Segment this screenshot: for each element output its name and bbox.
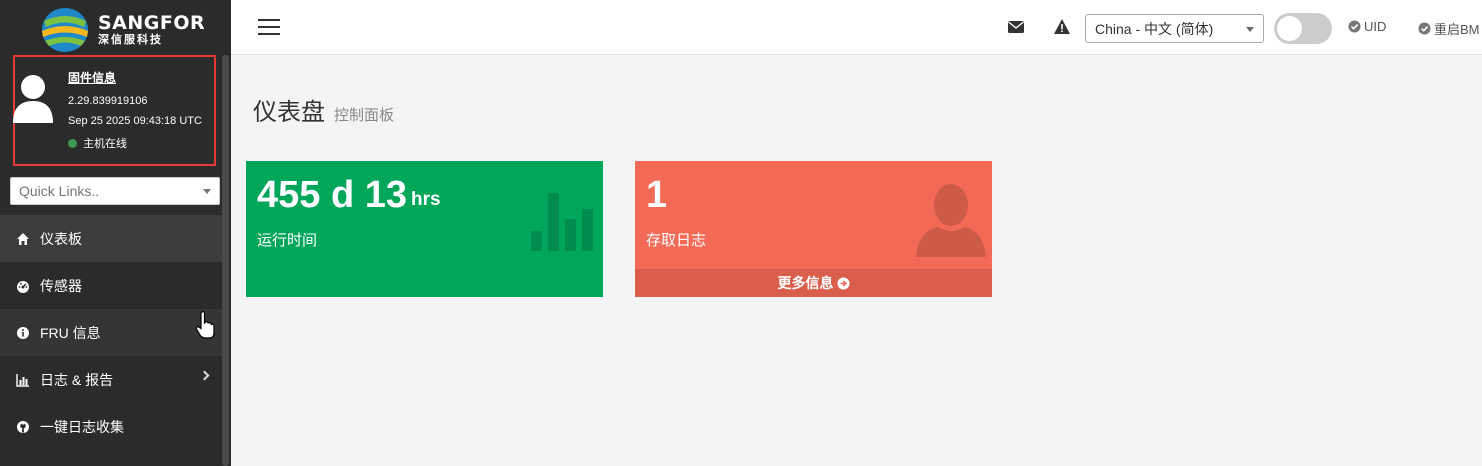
access-log-value: 1 bbox=[646, 174, 668, 216]
sidebar-item-fru[interactable]: FRU 信息 bbox=[0, 309, 222, 356]
page-title: 仪表盘 bbox=[253, 99, 325, 126]
uptime-box: 455 d 13 hrs 运行时间 bbox=[246, 161, 603, 297]
sidebar-item-logs-reports[interactable]: 日志 & 报告 bbox=[0, 356, 222, 403]
uid-label: UID bbox=[1364, 19, 1387, 34]
theme-toggle-switch[interactable] bbox=[1274, 13, 1332, 44]
reboot-bmc-label: 重启BM bbox=[1434, 22, 1480, 37]
access-log-label: 存取日志 bbox=[646, 232, 707, 249]
check-circle-icon bbox=[1418, 22, 1431, 35]
sidebar-item-dashboard[interactable]: 仪表板 bbox=[0, 215, 222, 262]
host-status-label: 主机在线 bbox=[83, 138, 127, 150]
sidebar-scrollbar[interactable] bbox=[222, 55, 229, 466]
host-status: 主机在线 bbox=[68, 135, 202, 151]
uid-button[interactable]: UID bbox=[1348, 19, 1386, 34]
online-status-dot-icon bbox=[68, 138, 77, 148]
uptime-unit: hrs bbox=[411, 189, 441, 210]
firmware-info-panel: 固件信息 2.29.839919106 Sep 25 2025 09:43:18… bbox=[13, 55, 216, 166]
chevron-down-icon bbox=[1246, 27, 1254, 32]
warning-icon[interactable] bbox=[1054, 19, 1070, 34]
firmware-version: 2.29.839919106 bbox=[68, 95, 148, 107]
globe-logo-icon bbox=[42, 8, 88, 52]
more-info-label: 更多信息 bbox=[777, 275, 834, 291]
sidebar-item-log-collect[interactable]: 一键日志收集 bbox=[0, 403, 222, 450]
more-info-link[interactable]: 更多信息 bbox=[635, 269, 992, 297]
user-avatar-icon bbox=[13, 75, 53, 123]
brand-subtitle: 深信服科技 bbox=[98, 34, 163, 46]
sidebar-nav: 仪表板 传感器 FRU 信息 日志 & 报告 一键日志收集 bbox=[0, 215, 222, 450]
quick-links-input[interactable] bbox=[19, 183, 189, 199]
sidebar-item-label: 传感器 bbox=[40, 277, 82, 294]
uptime-value-wrap: 455 d 13 hrs bbox=[257, 173, 441, 217]
sangfor-logo[interactable]: SANGFOR 深信服科技 bbox=[40, 7, 205, 53]
info-circle-icon bbox=[17, 326, 29, 339]
github-icon bbox=[17, 420, 29, 433]
sidebar-item-sensors[interactable]: 传感器 bbox=[0, 262, 222, 309]
content-header: 仪表盘 控制面板 bbox=[253, 92, 394, 127]
uptime-label: 运行时间 bbox=[257, 232, 318, 249]
chevron-right-icon bbox=[199, 370, 210, 381]
sidebar-item-label: 一键日志收集 bbox=[40, 418, 124, 435]
quick-links-select[interactable] bbox=[10, 177, 220, 205]
bar-chart-icon bbox=[531, 193, 593, 251]
chevron-down-icon bbox=[203, 189, 211, 194]
home-icon bbox=[17, 232, 29, 245]
toggle-knob bbox=[1277, 16, 1302, 41]
language-selected-value: China - 中文 (简体) bbox=[1095, 20, 1214, 37]
firmware-build-date: Sep 25 2025 09:43:18 UTC bbox=[68, 115, 202, 127]
arrow-circle-right-icon bbox=[837, 277, 849, 289]
language-select[interactable]: China - 中文 (简体) bbox=[1085, 14, 1264, 43]
brand-name: SANGFOR bbox=[98, 12, 206, 34]
top-navbar: China - 中文 (简体) UID 重启BM bbox=[231, 0, 1482, 55]
dashboard-gauge-icon bbox=[17, 280, 29, 293]
uptime-value: 455 d 13 bbox=[257, 174, 407, 216]
sidebar-item-label: FRU 信息 bbox=[40, 324, 101, 341]
bar-chart-icon bbox=[16, 373, 29, 387]
firmware-info-link[interactable]: 固件信息 bbox=[68, 69, 202, 86]
sidebar: SANGFOR 深信服科技 固件信息 2.29.839919106 Sep 25… bbox=[0, 0, 231, 466]
menu-toggle-icon[interactable] bbox=[258, 19, 280, 35]
envelope-icon[interactable] bbox=[1008, 21, 1024, 33]
check-circle-icon bbox=[1348, 20, 1361, 33]
page-subtitle: 控制面板 bbox=[334, 107, 395, 124]
hand-cursor-icon bbox=[195, 311, 215, 339]
reboot-bmc-button[interactable]: 重启BM bbox=[1418, 19, 1480, 38]
user-icon bbox=[916, 184, 986, 257]
access-log-box: 1 存取日志 更多信息 bbox=[635, 161, 992, 297]
sidebar-item-label: 日志 & 报告 bbox=[40, 371, 114, 388]
sidebar-item-label: 仪表板 bbox=[40, 230, 82, 247]
